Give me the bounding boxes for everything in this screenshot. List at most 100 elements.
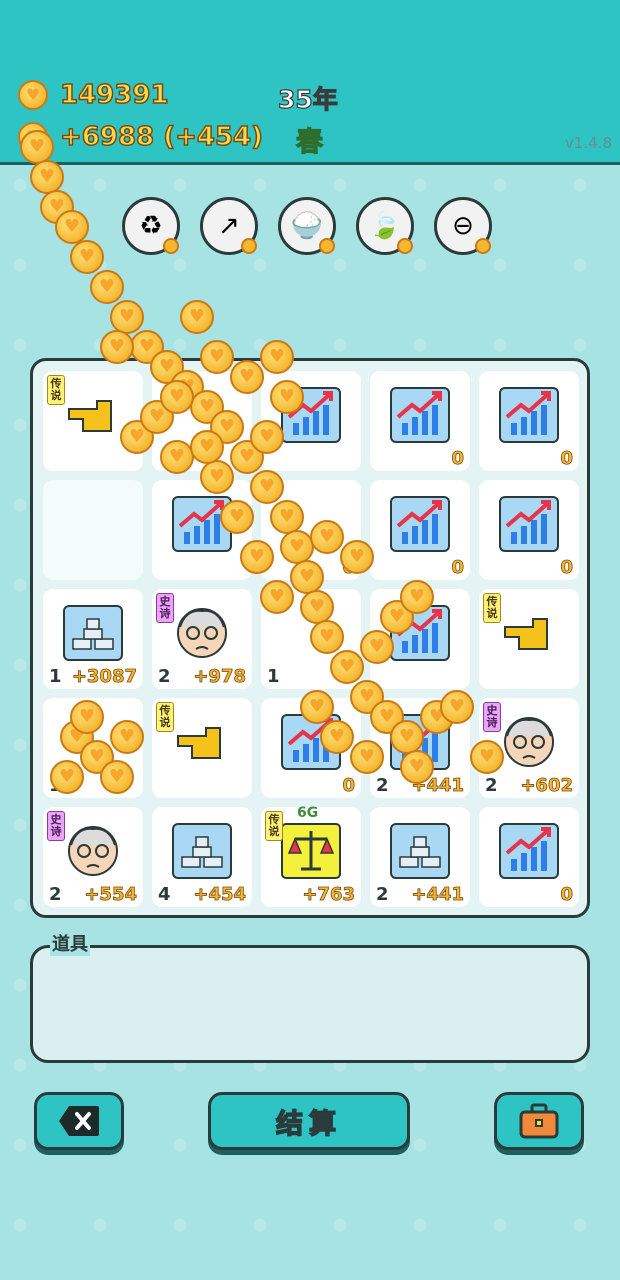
settle-button[interactable]: 结算 [208, 1092, 410, 1150]
cell-value: +602 [520, 775, 573, 797]
cell-count: 2 [485, 775, 498, 796]
coin-badge-icon [475, 238, 491, 254]
tool-button-rice-bowl[interactable]: 🍚 [278, 197, 336, 255]
scale-icon [281, 823, 341, 879]
flying-coin-icon [300, 690, 334, 724]
flying-coin-icon [20, 130, 54, 164]
flying-coin-icon [320, 720, 354, 754]
rarity-tag: 传说 [483, 593, 501, 623]
top-bar: 149391 +6988 (+454) 35年 春 v1.4.8 [0, 0, 620, 165]
rarity-tag: 传说 [156, 702, 174, 732]
coin-badge-icon [241, 238, 257, 254]
flying-coin-icon [160, 380, 194, 414]
coin-badge-icon [163, 238, 179, 254]
chart-icon [499, 387, 559, 443]
flying-coin-icon [240, 540, 274, 574]
flying-coin-icon [310, 520, 344, 554]
tool-button-minus[interactable]: ⊖ [434, 197, 492, 255]
flying-coin-icon [310, 620, 344, 654]
flying-coin-icon [90, 270, 124, 304]
flying-coin-icon [250, 470, 284, 504]
year-label: 35年 [277, 84, 338, 114]
rarity-tag: 传说 [265, 811, 283, 841]
board-cell[interactable]: 0 [479, 371, 579, 471]
pointing-hand-icon [63, 387, 123, 443]
season-label: 春 [295, 126, 323, 158]
board-cell[interactable]: 传说 [152, 698, 252, 798]
cell-count: 2 [376, 775, 389, 796]
coin-badge-icon [319, 238, 335, 254]
leaf-icon: 🍃 [368, 211, 402, 241]
chart-icon [499, 496, 559, 552]
cell-value: +554 [84, 884, 137, 906]
flying-coin-icon [290, 560, 324, 594]
board-cell[interactable]: 0 [370, 480, 470, 580]
tool-button-arrow-up[interactable]: ↗ [200, 197, 258, 255]
flying-coin-icon [270, 500, 304, 534]
board-cell[interactable]: 传说 6G +763 [261, 805, 361, 907]
gold-bars-icon [390, 823, 450, 879]
settle-button-label: 结算 [275, 1108, 342, 1141]
flying-coin-icon [200, 340, 234, 374]
flying-coin-icon [300, 590, 334, 624]
board-cell[interactable] [43, 480, 143, 580]
coin-income: +6988 (+454) [18, 121, 264, 153]
flying-coin-icon [400, 750, 434, 784]
board-cell[interactable]: 史诗 2 +978 [152, 589, 252, 689]
cell-value: +454 [193, 884, 246, 906]
flying-coin-icon [110, 300, 144, 334]
gold-bars-icon [63, 605, 123, 661]
board-cell[interactable]: 2 +441 [370, 807, 470, 907]
items-panel [30, 945, 590, 1063]
briefcase-button[interactable] [494, 1092, 584, 1150]
flying-coin-icon [250, 420, 284, 454]
tool-button-leaf[interactable]: 🍃 [356, 197, 414, 255]
cell-count: 1 [267, 666, 280, 687]
cell-value: 0 [560, 557, 573, 579]
flying-coin-icon [470, 740, 504, 774]
flying-coin-icon [330, 650, 364, 684]
tool-button-refresh[interactable]: ♻ [122, 197, 180, 255]
board-cell[interactable]: 1 +3087 [43, 589, 143, 689]
rice-bowl-icon: 🍚 [290, 211, 324, 241]
flying-coin-icon [110, 720, 144, 754]
flying-coin-icon [400, 580, 434, 614]
board-cell[interactable]: 0 [370, 371, 470, 471]
flying-coin-icon [260, 340, 294, 374]
cell-value: 0 [451, 448, 464, 470]
refresh-icon: ♻ [139, 211, 163, 241]
flying-coin-icon [360, 630, 394, 664]
flying-coin-icon [190, 430, 224, 464]
briefcase-icon [519, 1103, 559, 1139]
cell-value: 0 [342, 775, 355, 797]
flying-coin-icon [70, 240, 104, 274]
flying-coin-icon [270, 380, 304, 414]
pointing-hand-icon [499, 605, 559, 661]
close-button[interactable] [34, 1092, 124, 1150]
cell-count: 1 [49, 666, 62, 687]
rarity-tag: 传说 [47, 375, 65, 405]
board-cell[interactable]: 传说 [479, 589, 579, 689]
minus-icon: ⊖ [452, 211, 474, 241]
flying-coin-icon [200, 460, 234, 494]
grandpa-icon [172, 605, 232, 661]
flying-coin-icon [230, 360, 264, 394]
board-cell[interactable]: 0 [479, 480, 579, 580]
cell-count: 4 [158, 884, 171, 905]
rarity-tag: 史诗 [47, 811, 65, 841]
coin-total-value: 149391 [59, 79, 169, 111]
flying-coin-icon [220, 500, 254, 534]
board-cell[interactable]: 史诗 2 +554 [43, 807, 143, 907]
board-cell[interactable]: 4 +454 [152, 807, 252, 907]
flying-coin-icon [160, 440, 194, 474]
flying-coin-icon [390, 720, 424, 754]
cell-value: 0 [560, 448, 573, 470]
flying-coin-icon [100, 330, 134, 364]
board-cell[interactable]: 0 [479, 807, 579, 907]
cell-count: 2 [49, 884, 62, 905]
coin-income-value: +6988 (+454) [59, 121, 264, 153]
chart-icon [499, 823, 559, 879]
items-label: 道具 [50, 930, 90, 956]
cell-value: +3087 [71, 666, 137, 688]
rarity-tag: 史诗 [156, 593, 174, 623]
